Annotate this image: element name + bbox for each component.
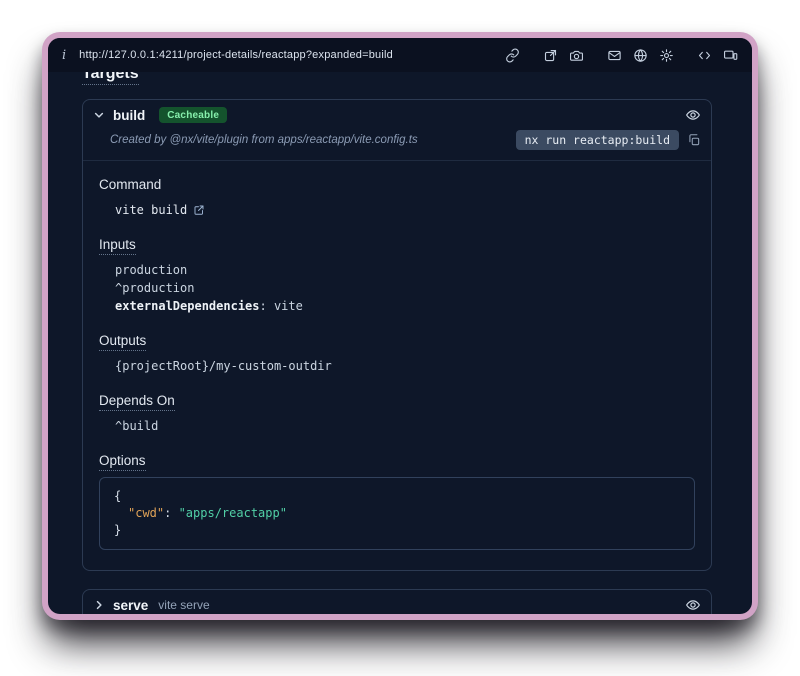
page-info-icon[interactable]: i [62,49,66,62]
globe-icon[interactable] [633,48,648,63]
target-card-body: Command vite build Inputs production ^pr… [83,161,711,570]
browser-viewport: i http://127.0.0.1:4211/project-details/… [48,38,752,614]
page-content: Targets build Cacheable [48,72,752,614]
browser-titlebar: i http://127.0.0.1:4211/project-details/… [48,38,752,72]
command-label: Command [99,177,695,192]
eye-icon[interactable] [685,597,701,613]
outputs-label: Outputs [99,333,695,348]
desktop-background: i http://127.0.0.1:4211/project-details/… [0,0,800,676]
code-line: "cwd": "apps/reactapp" [114,505,680,522]
target-subtitle: vite serve [158,598,209,612]
options-code-block: { "cwd": "apps/reactapp" } [99,477,695,550]
target-card-serve: serve vite serve [82,589,712,614]
cacheable-badge: Cacheable [159,107,227,123]
browser-window: i http://127.0.0.1:4211/project-details/… [42,32,758,620]
depends-on-item: ^build [99,417,695,435]
output-item: {projectRoot}/my-custom-outdir [99,357,695,375]
settings-icon[interactable] [659,48,674,63]
targets-heading: Targets [82,72,712,85]
run-command-chip: nx run reactapp:build [516,130,679,150]
target-name: build [113,108,145,123]
camera-icon[interactable] [569,48,584,63]
chevron-right-icon[interactable] [93,599,105,611]
devices-icon[interactable] [723,48,738,63]
external-link-icon[interactable] [193,204,205,216]
target-name: serve [113,598,148,613]
eye-icon[interactable] [685,107,701,123]
inputs-label: Inputs [99,237,695,252]
command-value: vite build [99,201,695,219]
code-icon[interactable] [697,48,712,63]
code-line: } [114,522,680,539]
titlebar-actions [505,48,738,63]
chevron-down-icon[interactable] [93,109,105,121]
targets-heading-text: Targets [82,72,139,85]
target-card-header: build Cacheable Created by @nx/vite/plug… [83,100,711,161]
options-label: Options [99,453,695,468]
command-text: vite build [115,201,187,219]
mail-icon[interactable] [607,48,622,63]
depends-on-label: Depends On [99,393,695,408]
link-icon[interactable] [505,48,520,63]
copy-icon[interactable] [687,133,701,147]
capture-icon[interactable] [543,48,558,63]
address-url[interactable]: http://127.0.0.1:4211/project-details/re… [79,49,393,61]
target-card-build: build Cacheable Created by @nx/vite/plug… [82,99,712,571]
input-item-external-deps: externalDependencies: vite [99,297,695,315]
created-by-text: Created by @nx/vite/plugin from apps/rea… [110,134,418,146]
input-item: ^production [99,279,695,297]
input-item: production [99,261,695,279]
code-line: { [114,488,680,505]
